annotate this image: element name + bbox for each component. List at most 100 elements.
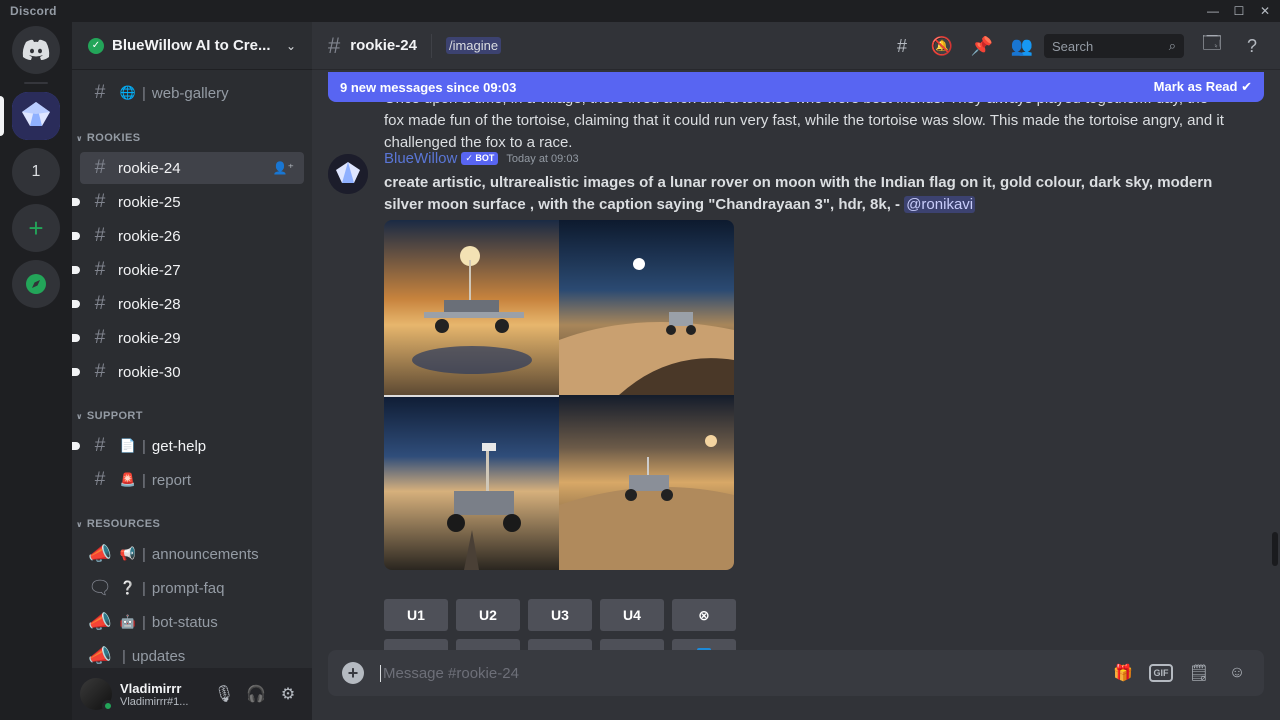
emoji-icon[interactable]: ☺: [1224, 660, 1250, 686]
category-rookies[interactable]: ∨ ROOKIES: [76, 132, 140, 144]
channel-label: web-gallery: [151, 84, 229, 102]
verified-icon: ✓: [88, 37, 104, 54]
help-icon[interactable]: ?: [1240, 34, 1264, 58]
hash-icon: #: [94, 82, 106, 103]
hash-icon: #: [94, 469, 106, 490]
invite-user-icon[interactable]: 👤⁺: [273, 161, 294, 175]
caret-icon: ∨: [76, 133, 83, 143]
pin-icon[interactable]: 📌: [970, 34, 994, 58]
channel-rookie-27[interactable]: # rookie-27: [72, 254, 304, 286]
headphones-icon[interactable]: 🎧: [240, 678, 272, 710]
channel-rookie-29[interactable]: # rookie-29: [72, 322, 304, 354]
new-messages-text: 9 new messages since 09:03: [340, 79, 517, 95]
generated-image[interactable]: [559, 395, 734, 570]
channel-rookie-28[interactable]: # rookie-28: [72, 288, 304, 320]
unread-indicator: [72, 442, 80, 450]
title-bar: Discord — ☐ ✕: [0, 0, 1280, 22]
category-resources[interactable]: ∨ RESOURCES: [76, 518, 160, 530]
delete-button[interactable]: ⊗: [672, 599, 736, 631]
minimize-icon[interactable]: —: [1200, 0, 1226, 22]
hash-icon: #: [328, 32, 341, 58]
generated-image[interactable]: [384, 395, 559, 570]
channel-get-help[interactable]: # 📄 | get-help: [72, 430, 304, 462]
mark-as-read-button[interactable]: Mark as Read ✔: [1154, 79, 1252, 95]
message-content: create artistic, ultrarealistic images o…: [384, 172, 1234, 216]
threads-icon[interactable]: #: [890, 34, 914, 58]
prompt-text: create artistic, ultrarealistic images o…: [384, 174, 1213, 213]
notification-counter[interactable]: 1: [12, 148, 60, 196]
upscale-buttons: U1 U2 U3 U4 ⊗: [384, 599, 744, 631]
channel-label: report: [151, 471, 192, 489]
separator: |: [122, 647, 126, 665]
inbox-icon[interactable]: 🗔: [1200, 33, 1224, 58]
hash-icon: #: [94, 259, 106, 280]
user-info[interactable]: Vladimirrr Vladimirrr#1...: [120, 681, 208, 708]
channel-bot-status[interactable]: 📣 🤖 | bot-status: [80, 606, 304, 638]
user-panel: Vladimirrr Vladimirrr#1... 🎙 🎧 ⚙: [72, 668, 312, 720]
search-input[interactable]: Search ⌕: [1044, 34, 1184, 58]
server-rail: 1 +: [0, 22, 72, 720]
u3-button[interactable]: U3: [528, 599, 592, 631]
gif-icon[interactable]: GIF: [1148, 660, 1174, 686]
add-server-icon[interactable]: +: [12, 204, 60, 252]
add-attachment-icon[interactable]: +: [342, 662, 364, 684]
channel-prompt-faq[interactable]: 🗨 ❔ | prompt-faq: [80, 572, 304, 604]
message-header: BlueWillow ✓ BOT Today at 09:03: [384, 150, 579, 167]
sticker-icon[interactable]: 🗒: [1186, 660, 1212, 686]
generated-image[interactable]: [384, 220, 559, 395]
unread-indicator: [72, 300, 80, 308]
user-tag: Vladimirrr#1...: [120, 695, 189, 708]
channel-rookie-30[interactable]: # rookie-30: [72, 356, 304, 388]
user-mention[interactable]: @ronikavi: [904, 196, 976, 213]
channel-label: rookie-29: [118, 329, 181, 347]
new-messages-banner[interactable]: 9 new messages since 09:03 Mark as Read …: [328, 72, 1264, 102]
message-author[interactable]: BlueWillow: [384, 150, 457, 167]
separator: |: [142, 545, 146, 563]
separator: |: [142, 579, 146, 597]
close-icon[interactable]: ✕: [1252, 0, 1278, 22]
settings-gear-icon[interactable]: ⚙: [272, 678, 304, 710]
explore-icon[interactable]: [12, 260, 60, 308]
message-input[interactable]: Message #rookie-24: [380, 664, 1098, 682]
members-icon[interactable]: 👥: [1010, 34, 1034, 58]
u1-button[interactable]: U1: [384, 599, 448, 631]
image-grid[interactable]: [384, 220, 734, 570]
server-bluewillow[interactable]: [12, 92, 60, 140]
mark-as-read-label: Mark as Read: [1153, 79, 1238, 94]
avatar[interactable]: [328, 154, 368, 194]
avatar[interactable]: [80, 678, 114, 712]
generated-image[interactable]: [559, 220, 734, 395]
robot-icon: 🤖: [119, 614, 137, 629]
channel-rookie-26[interactable]: # rookie-26: [72, 220, 304, 252]
question-icon: ❔: [119, 580, 137, 595]
channel-header: # rookie-24 /imagine # 🔕 📌 👥 Search ⌕ 🗔 …: [312, 22, 1280, 70]
channel-label: bot-status: [151, 613, 218, 631]
channel-label: rookie-30: [118, 363, 181, 381]
channel-label: updates: [131, 647, 186, 665]
gift-icon[interactable]: 🎁: [1110, 660, 1136, 686]
chevron-down-icon: ⌄: [285, 38, 296, 53]
hash-icon: #: [94, 225, 106, 246]
guild-header[interactable]: ✓ BlueWillow AI to Cre... ⌄: [72, 22, 312, 70]
channel-announcements[interactable]: 📣 📢 | announcements: [80, 538, 304, 570]
channel-rookie-25[interactable]: # rookie-25: [72, 186, 304, 218]
active-server-pill: [0, 96, 4, 136]
megaphone-icon: 📣: [88, 544, 112, 565]
scrollbar[interactable]: [1272, 532, 1278, 566]
category-label: SUPPORT: [86, 410, 143, 422]
u2-button[interactable]: U2: [456, 599, 520, 631]
hash-icon: #: [94, 435, 106, 456]
separator: |: [142, 471, 146, 489]
category-support[interactable]: ∨ SUPPORT: [76, 410, 143, 422]
channel-topic[interactable]: /imagine: [445, 37, 502, 54]
u4-button[interactable]: U4: [600, 599, 664, 631]
home-button[interactable]: [12, 26, 60, 74]
microphone-icon[interactable]: 🎙: [208, 678, 240, 710]
mute-bell-icon[interactable]: 🔕: [930, 34, 954, 58]
maximize-icon[interactable]: ☐: [1226, 0, 1252, 22]
channel-rookie-24[interactable]: # rookie-24 👤⁺: [80, 152, 304, 184]
channel-web-gallery[interactable]: # 🌐 | web-gallery: [80, 77, 304, 109]
siren-icon: 🚨: [119, 472, 137, 487]
channel-report[interactable]: # 🚨 | report: [80, 464, 304, 496]
bot-badge: ✓ BOT: [461, 152, 499, 165]
